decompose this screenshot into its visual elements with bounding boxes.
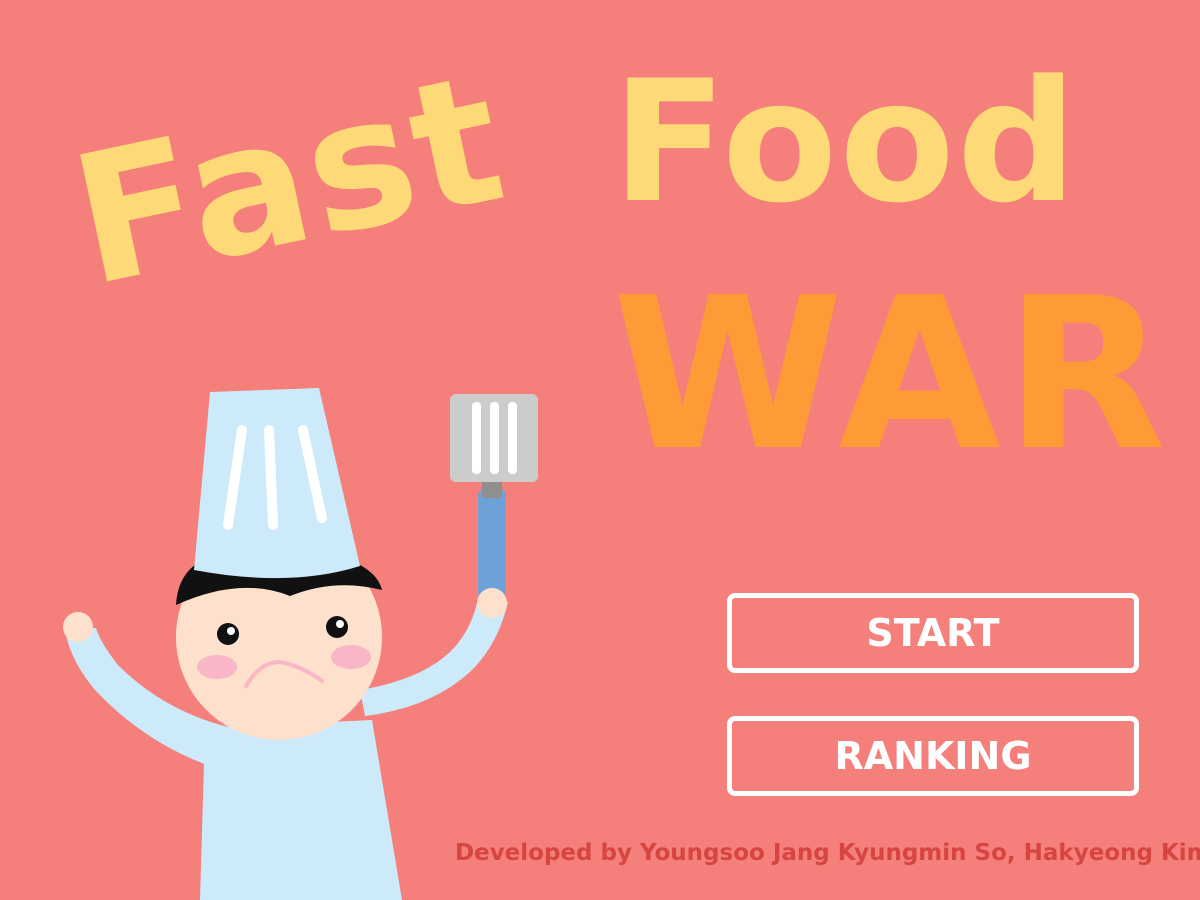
- chef-right-eye: [326, 616, 348, 638]
- spatula-handle: [478, 488, 506, 600]
- chef-hat: [194, 388, 360, 579]
- chef-right-hand: [477, 588, 507, 618]
- start-button[interactable]: START: [727, 593, 1139, 673]
- chef-body: [200, 720, 402, 900]
- chef-left-cheek: [197, 655, 237, 679]
- chef-hat-stripe-2: [264, 425, 278, 530]
- chef-left-eye: [217, 623, 239, 645]
- credits-text: Developed by Youngsoo Jang Kyungmin So, …: [455, 840, 1200, 866]
- chef-character: [63, 388, 538, 900]
- spatula-icon: [450, 394, 538, 482]
- chef-left-hand: [63, 612, 93, 642]
- game-title-food: Food: [612, 44, 1080, 240]
- chef-right-cheek: [331, 645, 371, 669]
- game-title-war: WAR: [612, 252, 1171, 497]
- ranking-button[interactable]: RANKING: [727, 716, 1139, 796]
